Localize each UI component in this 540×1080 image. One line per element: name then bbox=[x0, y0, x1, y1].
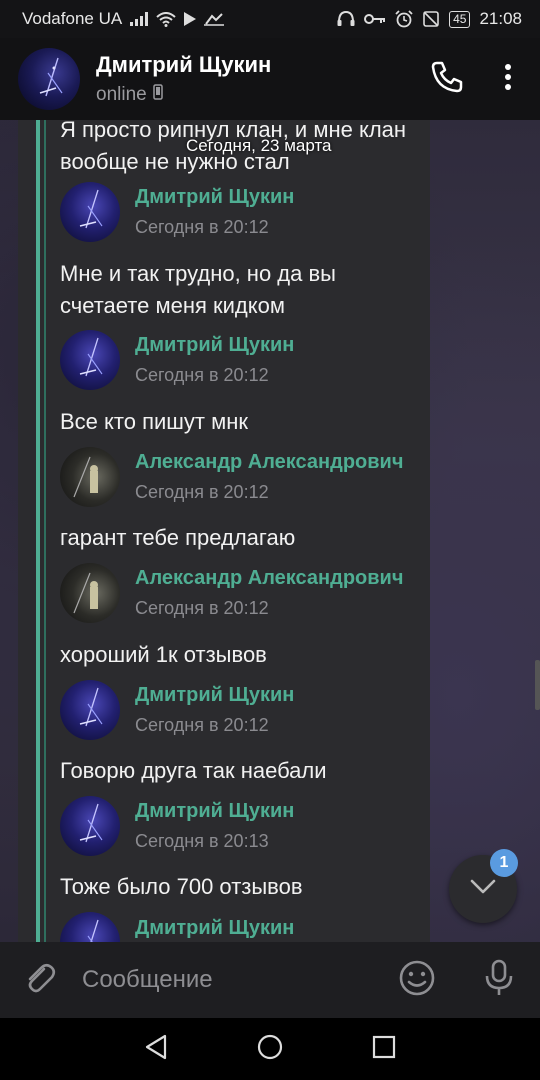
more-vertical-icon[interactable] bbox=[504, 63, 512, 96]
microphone-icon[interactable] bbox=[484, 959, 514, 1002]
author-name[interactable]: Дмитрий Щукин bbox=[135, 684, 294, 707]
message-text: гарант тебе предлагаю bbox=[60, 525, 296, 550]
home-circle-icon[interactable] bbox=[257, 1034, 283, 1065]
back-triangle-icon[interactable] bbox=[144, 1034, 168, 1065]
system-nav-bar bbox=[0, 1018, 540, 1080]
alarm-icon bbox=[395, 10, 413, 28]
avatar[interactable] bbox=[60, 330, 120, 390]
timestamp: Сегодня в 20:12 bbox=[135, 598, 269, 618]
message-text: Тоже было 700 отзывов bbox=[60, 874, 303, 899]
timestamp: Сегодня в 20:12 bbox=[135, 482, 269, 502]
timestamp: Сегодня в 20:12 bbox=[135, 217, 269, 237]
avatar[interactable] bbox=[60, 563, 120, 623]
timestamp: Сегодня в 20:13 bbox=[135, 831, 269, 851]
forward-quote-bar-inner bbox=[44, 120, 46, 942]
message-text: Говорю друга так наебали bbox=[60, 758, 327, 783]
author-name[interactable]: Александр Александрович bbox=[135, 451, 403, 474]
author-name[interactable]: Дмитрий Щукин bbox=[135, 186, 294, 209]
chevron-down-icon bbox=[470, 879, 496, 900]
author-name[interactable]: Александр Александрович bbox=[135, 567, 403, 590]
carrier-label: Vodafone UA bbox=[22, 9, 123, 28]
wifi-icon bbox=[156, 11, 176, 27]
chat-area[interactable]: Я просто рипнул клан, и мне клан вообще … bbox=[0, 120, 540, 942]
vpn-icon bbox=[204, 12, 225, 26]
contact-name: Дмитрий Щукин bbox=[96, 52, 272, 77]
forward-header: Дмитрий Щукин Сегодня в 20:13 bbox=[60, 796, 294, 856]
message-composer bbox=[0, 942, 540, 1018]
timestamp: Сегодня в 20:12 bbox=[135, 715, 269, 735]
contact-status: online bbox=[96, 84, 430, 106]
message-text: хороший 1к отзывов bbox=[60, 642, 267, 667]
forward-header: Дмитрий Щукин Сегодня в 20:12 bbox=[60, 182, 294, 242]
phone-icon[interactable] bbox=[430, 60, 464, 99]
avatar[interactable] bbox=[60, 796, 120, 856]
status-bar: Vodafone UA 45 21:08 bbox=[0, 0, 540, 38]
forward-quote-bar bbox=[36, 120, 40, 942]
battery-indicator: 45 bbox=[449, 10, 471, 28]
contact-info[interactable]: Дмитрий Щукин online bbox=[96, 52, 430, 106]
date-label: Сегодня, 23 марта bbox=[186, 136, 332, 155]
paperclip-icon[interactable] bbox=[22, 960, 58, 1001]
message-text: Все кто пишут мнк bbox=[60, 409, 249, 434]
avatar[interactable] bbox=[60, 912, 120, 942]
signal-icon bbox=[130, 12, 149, 26]
smile-icon[interactable] bbox=[398, 959, 436, 1002]
key-icon bbox=[364, 13, 386, 25]
clock: 21:08 bbox=[479, 9, 522, 28]
author-name[interactable]: Дмитрий Щукин bbox=[135, 917, 294, 940]
timestamp: Сегодня в 20:12 bbox=[135, 365, 269, 385]
play-icon bbox=[184, 12, 197, 26]
mute-vibrate-icon bbox=[422, 10, 440, 28]
forward-header: Александр Александрович Сегодня в 20:12 bbox=[60, 447, 403, 507]
recents-square-icon[interactable] bbox=[372, 1035, 396, 1064]
headphones-icon bbox=[337, 11, 355, 27]
avatar[interactable] bbox=[18, 48, 80, 110]
author-name[interactable]: Дмитрий Щукин bbox=[135, 334, 294, 357]
mobile-device-icon bbox=[152, 84, 163, 106]
avatar[interactable] bbox=[60, 182, 120, 242]
message-input[interactable] bbox=[82, 966, 398, 994]
avatar[interactable] bbox=[60, 680, 120, 740]
forward-header: Александр Александрович Сегодня в 20:12 bbox=[60, 563, 403, 623]
forward-header: Дмитрий Щукин Сегодня в 20:12 bbox=[60, 330, 294, 390]
chat-header: Дмитрий Щукин online bbox=[0, 38, 540, 120]
forward-header: Дмитрий Щукин Сегодня в 20:12 bbox=[60, 680, 294, 740]
author-name[interactable]: Дмитрий Щукин bbox=[135, 800, 294, 823]
scrollbar[interactable] bbox=[535, 660, 540, 710]
online-status: online bbox=[96, 84, 147, 105]
unread-badge: 1 bbox=[490, 849, 518, 877]
avatar[interactable] bbox=[60, 447, 120, 507]
forward-header: Дмитрий Щукин bbox=[60, 912, 294, 942]
message-text: Мне и так трудно, но да вы счетаете меня… bbox=[60, 261, 336, 318]
